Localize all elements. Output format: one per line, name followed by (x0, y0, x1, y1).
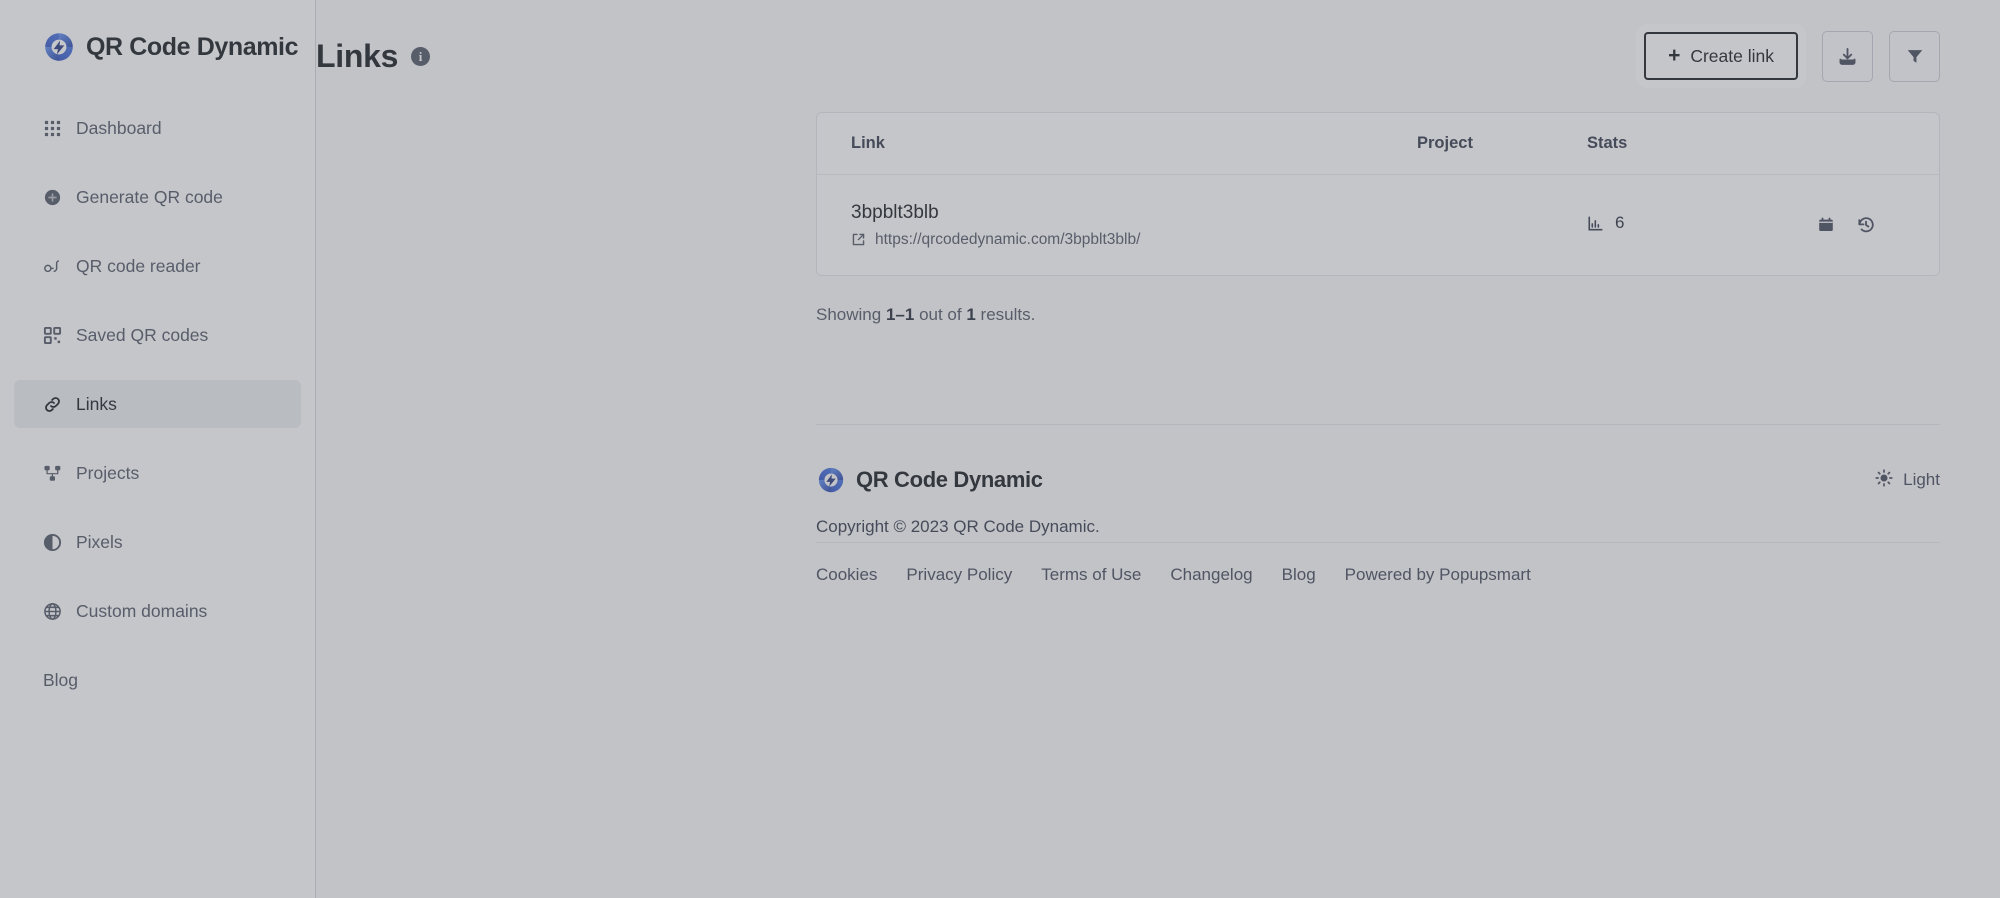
link-url[interactable]: https://qrcodedynamic.com/3bpblt3blb/ (875, 231, 1140, 249)
link-icon (43, 395, 62, 414)
history-icon[interactable] (1857, 216, 1875, 234)
sidebar-brand[interactable]: QR Code Dynamic (0, 0, 315, 70)
footer-top-row: QR Code Dynamic Light (816, 465, 1940, 495)
stats-count: 6 (1615, 213, 1625, 233)
bar-chart-icon (1587, 215, 1604, 232)
links-table: Link Project Stats 3bpblt3blb https://qr… (816, 112, 1940, 276)
sidebar-brand-text: QR Code Dynamic (86, 32, 299, 61)
sitemap-icon (43, 464, 62, 483)
calendar-icon[interactable] (1817, 216, 1835, 234)
footer-link-blog[interactable]: Blog (1282, 565, 1316, 585)
glasses-icon (43, 257, 62, 276)
table-header-row: Link Project Stats (817, 113, 1939, 175)
column-header-stats: Stats (1587, 134, 1628, 152)
filter-icon (1905, 46, 1925, 66)
sidebar-item-label: Projects (76, 462, 140, 483)
create-link-button[interactable]: + Create link (1644, 32, 1798, 80)
theme-label: Light (1903, 470, 1940, 489)
qr-code-dynamic-logo-icon (816, 465, 846, 495)
sidebar-item-generate-qr-code[interactable]: Generate QR code (14, 173, 301, 221)
globe-icon (43, 602, 62, 621)
footer-link-cookies[interactable]: Cookies (816, 565, 877, 585)
results-prefix: Showing (816, 305, 882, 324)
sidebar-item-label: Pixels (76, 531, 123, 552)
results-summary: Showing 1–1 out of 1 results. (816, 305, 2000, 325)
contrast-icon (43, 533, 62, 552)
sidebar-item-label: Links (76, 393, 117, 414)
sidebar-item-links[interactable]: Links (14, 380, 301, 428)
sidebar-item-custom-domains[interactable]: Custom domains (14, 587, 301, 635)
cell-link: 3bpblt3blb https://qrcodedynamic.com/3bp… (851, 201, 1417, 249)
footer-brand[interactable]: QR Code Dynamic (816, 465, 1043, 495)
filter-button[interactable] (1889, 30, 1940, 82)
sidebar-item-pixels[interactable]: Pixels (14, 518, 301, 566)
table-row[interactable]: 3bpblt3blb https://qrcodedynamic.com/3bp… (817, 175, 1939, 275)
qr-code-dynamic-logo-icon (42, 30, 76, 64)
sidebar: QR Code Dynamic Dashboard Generate QR co… (0, 0, 316, 898)
export-button[interactable] (1822, 30, 1873, 82)
page-header-actions: + Create link (1636, 24, 1940, 88)
plus-icon: + (1668, 43, 1681, 67)
date-icon-group (1817, 216, 1939, 234)
results-middle: out of (919, 305, 962, 324)
sidebar-item-qr-code-reader[interactable]: QR code reader (14, 242, 301, 290)
sidebar-item-dashboard[interactable]: Dashboard (14, 104, 301, 152)
results-total: 1 (966, 305, 976, 324)
link-slug: 3bpblt3blb (851, 202, 939, 224)
cell-dates (1817, 216, 1939, 234)
column-header-link: Link (851, 134, 885, 152)
footer-link-terms[interactable]: Terms of Use (1041, 565, 1141, 585)
theme-toggle[interactable]: Light (1875, 468, 1940, 492)
footer-link-changelog[interactable]: Changelog (1170, 565, 1252, 585)
main-content: Links i + Create link Link Project Stats… (316, 0, 2000, 898)
page-header-left: Links i (316, 38, 431, 74)
grid-icon (43, 119, 62, 138)
stats-clicks[interactable]: 6 (1587, 213, 1624, 233)
sidebar-nav: Dashboard Generate QR code QR code reade… (0, 104, 315, 704)
sidebar-item-label: Generate QR code (76, 186, 223, 207)
external-link-icon (851, 232, 866, 247)
cell-stats: 6 (1587, 213, 1817, 237)
copyright-text: Copyright © 2023 QR Code Dynamic. (816, 517, 1100, 536)
footer-link-list: Cookies Privacy Policy Terms of Use Chan… (816, 565, 1940, 585)
column-header-project: Project (1417, 134, 1473, 152)
sidebar-item-label: Dashboard (76, 117, 162, 138)
sidebar-item-label: QR code reader (76, 255, 201, 276)
sun-icon (1875, 468, 1893, 492)
footer-link-privacy[interactable]: Privacy Policy (906, 565, 1012, 585)
footer-bottom-rule (816, 542, 1940, 543)
sidebar-item-label: Saved QR codes (76, 324, 209, 345)
sidebar-item-label: Blog (43, 669, 79, 690)
app-root: QR Code Dynamic Dashboard Generate QR co… (0, 0, 2000, 898)
plus-circle-icon (43, 188, 62, 207)
info-icon[interactable]: i (411, 46, 431, 66)
link-url-row: https://qrcodedynamic.com/3bpblt3blb/ (851, 231, 1417, 249)
footer: QR Code Dynamic Light Copyright © 2023 Q… (816, 425, 1940, 585)
footer-brand-text: QR Code Dynamic (856, 467, 1043, 492)
results-range: 1–1 (885, 305, 915, 324)
page-title: Links (316, 38, 399, 74)
results-suffix: results. (980, 305, 1036, 324)
create-link-label: Create link (1690, 45, 1774, 66)
sidebar-item-blog[interactable]: Blog (14, 656, 301, 704)
sidebar-item-label: Custom domains (76, 600, 208, 621)
download-icon (1837, 46, 1858, 67)
sidebar-item-projects[interactable]: Projects (14, 449, 301, 497)
footer-link-powered[interactable]: Powered by Popupsmart (1345, 565, 1531, 585)
create-link-focus-ring: + Create link (1636, 24, 1806, 88)
page-header: Links i + Create link (316, 0, 2000, 112)
sidebar-item-saved-qr-codes[interactable]: Saved QR codes (14, 311, 301, 359)
qr-code-icon (43, 326, 62, 345)
